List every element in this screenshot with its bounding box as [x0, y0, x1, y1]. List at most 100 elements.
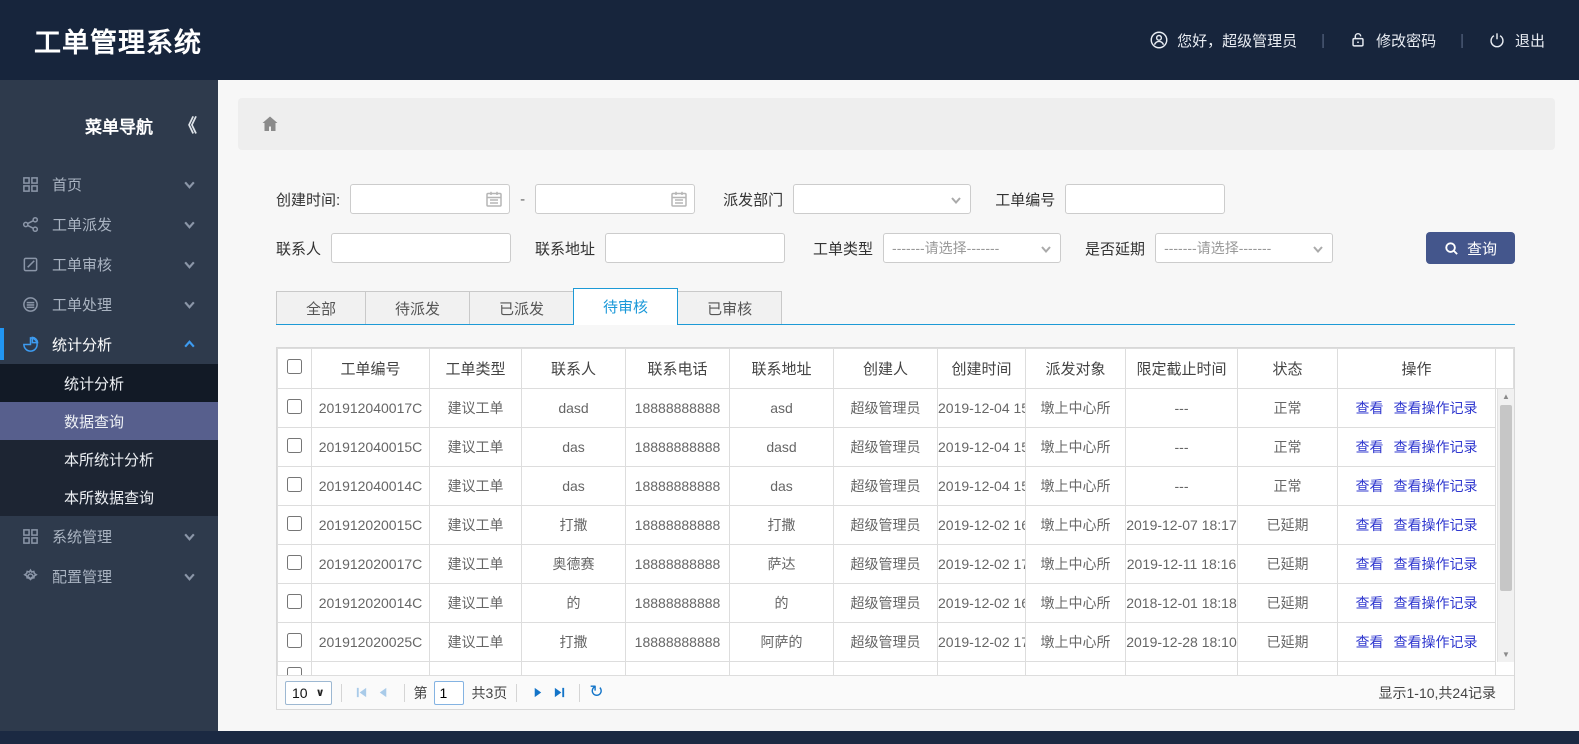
created-time-start-input[interactable]: [350, 184, 511, 214]
column-header: 联系人: [521, 348, 626, 389]
row-checkbox[interactable]: [287, 399, 302, 414]
chevron-down-icon: [183, 298, 196, 311]
sidebar-subitem-statistics-analysis[interactable]: 统计分析: [0, 364, 218, 402]
view-link[interactable]: 查看: [1356, 400, 1384, 416]
view-link[interactable]: 查看: [1356, 517, 1384, 533]
address-input[interactable]: [605, 233, 786, 263]
view-log-link[interactable]: 查看操作记录: [1394, 517, 1478, 533]
last-page-button[interactable]: [548, 682, 570, 704]
user-greeting[interactable]: 您好，超级管理员: [1150, 30, 1297, 51]
sidebar-item-dispatch[interactable]: 工单派发: [0, 204, 218, 244]
row-checkbox[interactable]: [287, 555, 302, 570]
row-checkbox-cell: [277, 466, 312, 506]
cell-address: 打撒: [729, 505, 834, 545]
cell-creator: 超级管理员: [833, 388, 938, 428]
cell-address: 阿萨的: [729, 622, 834, 662]
delay-select[interactable]: -------请选择-------: [1155, 233, 1334, 263]
page-number-input[interactable]: [433, 680, 464, 705]
search-button[interactable]: 查询: [1425, 232, 1515, 264]
logout-button[interactable]: 退出: [1488, 30, 1545, 51]
contact-input[interactable]: [331, 233, 512, 263]
sidebar-item-system[interactable]: 系统管理: [0, 516, 218, 556]
cell-deadline: 2019-12-11 18:16: [1125, 544, 1238, 584]
scroll-up-icon[interactable]: ▲: [1498, 389, 1514, 404]
sidebar-subitem-local-data-query[interactable]: 本所数据查询: [0, 478, 218, 516]
cell-created: 2019-12-02 17: [937, 622, 1026, 662]
sidebar-subitem-data-query[interactable]: 数据查询: [0, 402, 218, 440]
page-prefix-label: 第: [413, 684, 428, 701]
view-log-link[interactable]: 查看操作记录: [1394, 400, 1478, 416]
sidebar-collapse-icon[interactable]: 《: [179, 112, 197, 138]
chevron-down-icon: [183, 178, 196, 191]
order-no-input[interactable]: [1065, 184, 1226, 214]
grid-icon: [22, 176, 39, 193]
view-log-link[interactable]: 查看操作记录: [1394, 595, 1478, 611]
grid-icon: [22, 528, 39, 545]
change-password-button[interactable]: 修改密码: [1349, 30, 1436, 51]
cell-target: 墩上中心所: [1025, 466, 1126, 506]
sidebar-item-home[interactable]: 首页: [0, 164, 218, 204]
sidebar-subitem-local-statistics[interactable]: 本所统计分析: [0, 440, 218, 478]
tab-pending-review[interactable]: 待审核: [573, 288, 679, 325]
cell-phone: 18888888888: [625, 544, 730, 584]
table-header-row: 工单编号 工单类型 联系人 联系电话 联系地址 创建人 创建时间 派发对象 限定…: [277, 348, 1514, 389]
next-page-button[interactable]: [526, 682, 548, 704]
first-page-button[interactable]: [351, 682, 373, 704]
column-header: 联系地址: [729, 348, 834, 389]
tab-dispatched[interactable]: 已派发: [469, 291, 575, 324]
home-icon[interactable]: [260, 114, 280, 134]
header-separator: |: [1321, 31, 1326, 49]
share-icon: [22, 216, 39, 233]
scroll-down-icon[interactable]: ▼: [1498, 647, 1514, 662]
tab-reviewed[interactable]: 已审核: [677, 291, 783, 324]
view-link[interactable]: 查看: [1356, 595, 1384, 611]
row-checkbox[interactable]: [287, 438, 302, 453]
order-type-select[interactable]: -------请选择-------: [883, 233, 1062, 263]
sidebar-item-config[interactable]: 配置管理: [0, 556, 218, 596]
sidebar-item-statistics[interactable]: 统计分析: [0, 324, 218, 364]
prev-page-button[interactable]: [373, 682, 395, 704]
database-icon: [22, 296, 39, 313]
cell-creator: 超级管理员: [833, 466, 938, 506]
view-log-link[interactable]: 查看操作记录: [1394, 634, 1478, 650]
created-time-end-box: [535, 184, 696, 214]
pagination-bar: 10 ∨ 第 共3页: [277, 675, 1514, 709]
column-header: 工单类型: [429, 348, 522, 389]
cell-type: 建议工单: [429, 505, 522, 545]
dispatch-dept-select[interactable]: [793, 184, 972, 214]
scrollbar-thumb[interactable]: [1500, 405, 1512, 591]
chevron-down-icon: [183, 530, 196, 543]
tab-pending-dispatch[interactable]: 待派发: [365, 291, 471, 324]
page-size-select[interactable]: 10 ∨: [285, 680, 332, 705]
cell-created: 2019-12-04 15: [937, 427, 1026, 467]
row-checkbox-cell: [277, 661, 312, 675]
page-size-value: 10: [292, 684, 308, 701]
view-link[interactable]: 查看: [1356, 478, 1384, 494]
table-body: 201912040017C 建议工单 dasd 18888888888 asd 超级管理员…: [277, 388, 1514, 675]
row-checkbox[interactable]: [287, 516, 302, 531]
sidebar-item-process[interactable]: 工单处理: [0, 284, 218, 324]
table-scrollbar[interactable]: ▲ ▼: [1497, 389, 1514, 662]
pie-chart-icon: [22, 336, 39, 353]
view-link[interactable]: 查看: [1356, 439, 1384, 455]
view-link[interactable]: 查看: [1356, 634, 1384, 650]
view-log-link[interactable]: 查看操作记录: [1394, 478, 1478, 494]
tab-label: 待派发: [395, 300, 441, 318]
view-log-link[interactable]: 查看操作记录: [1394, 439, 1478, 455]
select-all-checkbox[interactable]: [287, 359, 302, 374]
row-checkbox[interactable]: [287, 594, 302, 609]
table-row: 201912020014C 建议工单的 18888888888 的超级管理员 2019-…: [277, 583, 1514, 623]
view-log-link[interactable]: 查看操作记录: [1394, 556, 1478, 572]
created-time-start-box: [350, 184, 511, 214]
refresh-icon[interactable]: ↻: [589, 682, 603, 702]
tab-all[interactable]: 全部: [276, 291, 367, 324]
contact-label: 联系人: [276, 240, 322, 258]
row-checkbox[interactable]: [287, 667, 302, 675]
view-link[interactable]: 查看: [1356, 556, 1384, 572]
last-page-icon: [554, 687, 564, 698]
sidebar-item-review[interactable]: 工单审核: [0, 244, 218, 284]
row-checkbox[interactable]: [287, 633, 302, 648]
cell-contact: 打撒: [521, 505, 626, 545]
created-time-end-input[interactable]: [535, 184, 696, 214]
row-checkbox[interactable]: [287, 477, 302, 492]
